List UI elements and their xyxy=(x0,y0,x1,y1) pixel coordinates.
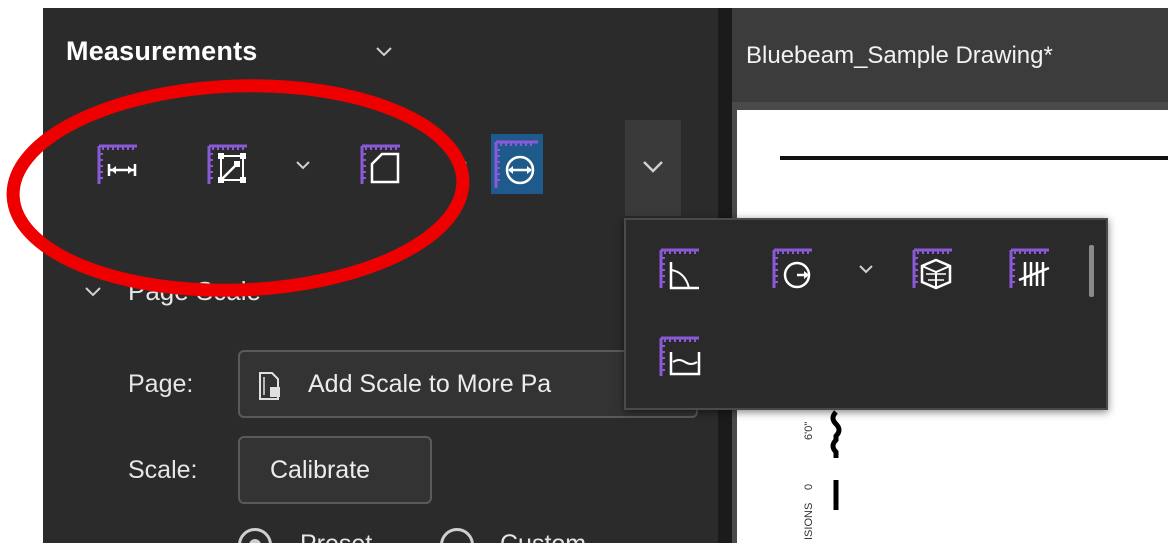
angle-icon xyxy=(659,248,699,290)
drawing-dim-text: 6'0" xyxy=(803,421,815,440)
custom-label: Custom xyxy=(500,530,586,543)
pages-icon xyxy=(259,372,280,400)
polylength-dropdown-chevron-down-icon[interactable] xyxy=(293,155,313,175)
chevron-down-icon[interactable] xyxy=(373,40,395,62)
wall-area-icon xyxy=(659,336,701,376)
polylength-tool-button[interactable] xyxy=(203,140,253,190)
polylength-icon xyxy=(207,144,247,184)
screenshot-frame-left xyxy=(0,0,43,543)
chevron-down-icon xyxy=(643,161,663,173)
screenshot-frame-top xyxy=(0,0,1168,8)
diameter-icon xyxy=(494,140,538,188)
volume-icon xyxy=(912,248,952,290)
radius-icon xyxy=(772,248,812,289)
document-tab-bar: Bluebeam_Sample Drawing* xyxy=(732,8,1168,102)
preset-label: Preset xyxy=(300,530,372,543)
flyout-scrollbar[interactable] xyxy=(1089,245,1094,297)
area-dropdown-chevron-down-icon[interactable] xyxy=(450,155,470,175)
length-icon xyxy=(97,144,137,184)
radio-selected-dot xyxy=(249,539,261,543)
radius-dropdown-chevron-down-icon[interactable] xyxy=(856,259,876,279)
drawing-zero-text: 0 xyxy=(803,483,815,490)
wall-area-tool-button[interactable] xyxy=(655,332,705,382)
panel-title: Measurements xyxy=(66,36,258,66)
area-tool-button[interactable] xyxy=(356,140,406,190)
area-icon xyxy=(360,144,400,184)
angle-tool-button[interactable] xyxy=(655,244,705,294)
section-collapse-chevron-icon[interactable] xyxy=(82,280,104,302)
scale-label: Scale: xyxy=(128,456,198,484)
document-tab[interactable]: Bluebeam_Sample Drawing* xyxy=(746,42,1053,70)
page-scale-section-title: Page Scale xyxy=(128,276,261,306)
page-label: Page: xyxy=(128,370,194,398)
volume-tool-button[interactable] xyxy=(908,244,958,294)
radius-tool-button[interactable] xyxy=(768,244,818,294)
count-tool-button[interactable] xyxy=(1005,244,1055,294)
drawing-line xyxy=(780,156,1168,160)
calibrate-button[interactable]: Calibrate xyxy=(238,436,432,504)
diameter-tool-button[interactable] xyxy=(491,134,543,194)
more-tools-button[interactable] xyxy=(625,120,681,216)
count-icon xyxy=(1009,248,1050,288)
add-scale-label: Add Scale to More Pa xyxy=(308,370,552,398)
calibrate-label: Calibrate xyxy=(270,456,371,484)
drawing-vertical-text: ISIONS xyxy=(803,502,815,540)
length-tool-button[interactable] xyxy=(93,140,143,190)
